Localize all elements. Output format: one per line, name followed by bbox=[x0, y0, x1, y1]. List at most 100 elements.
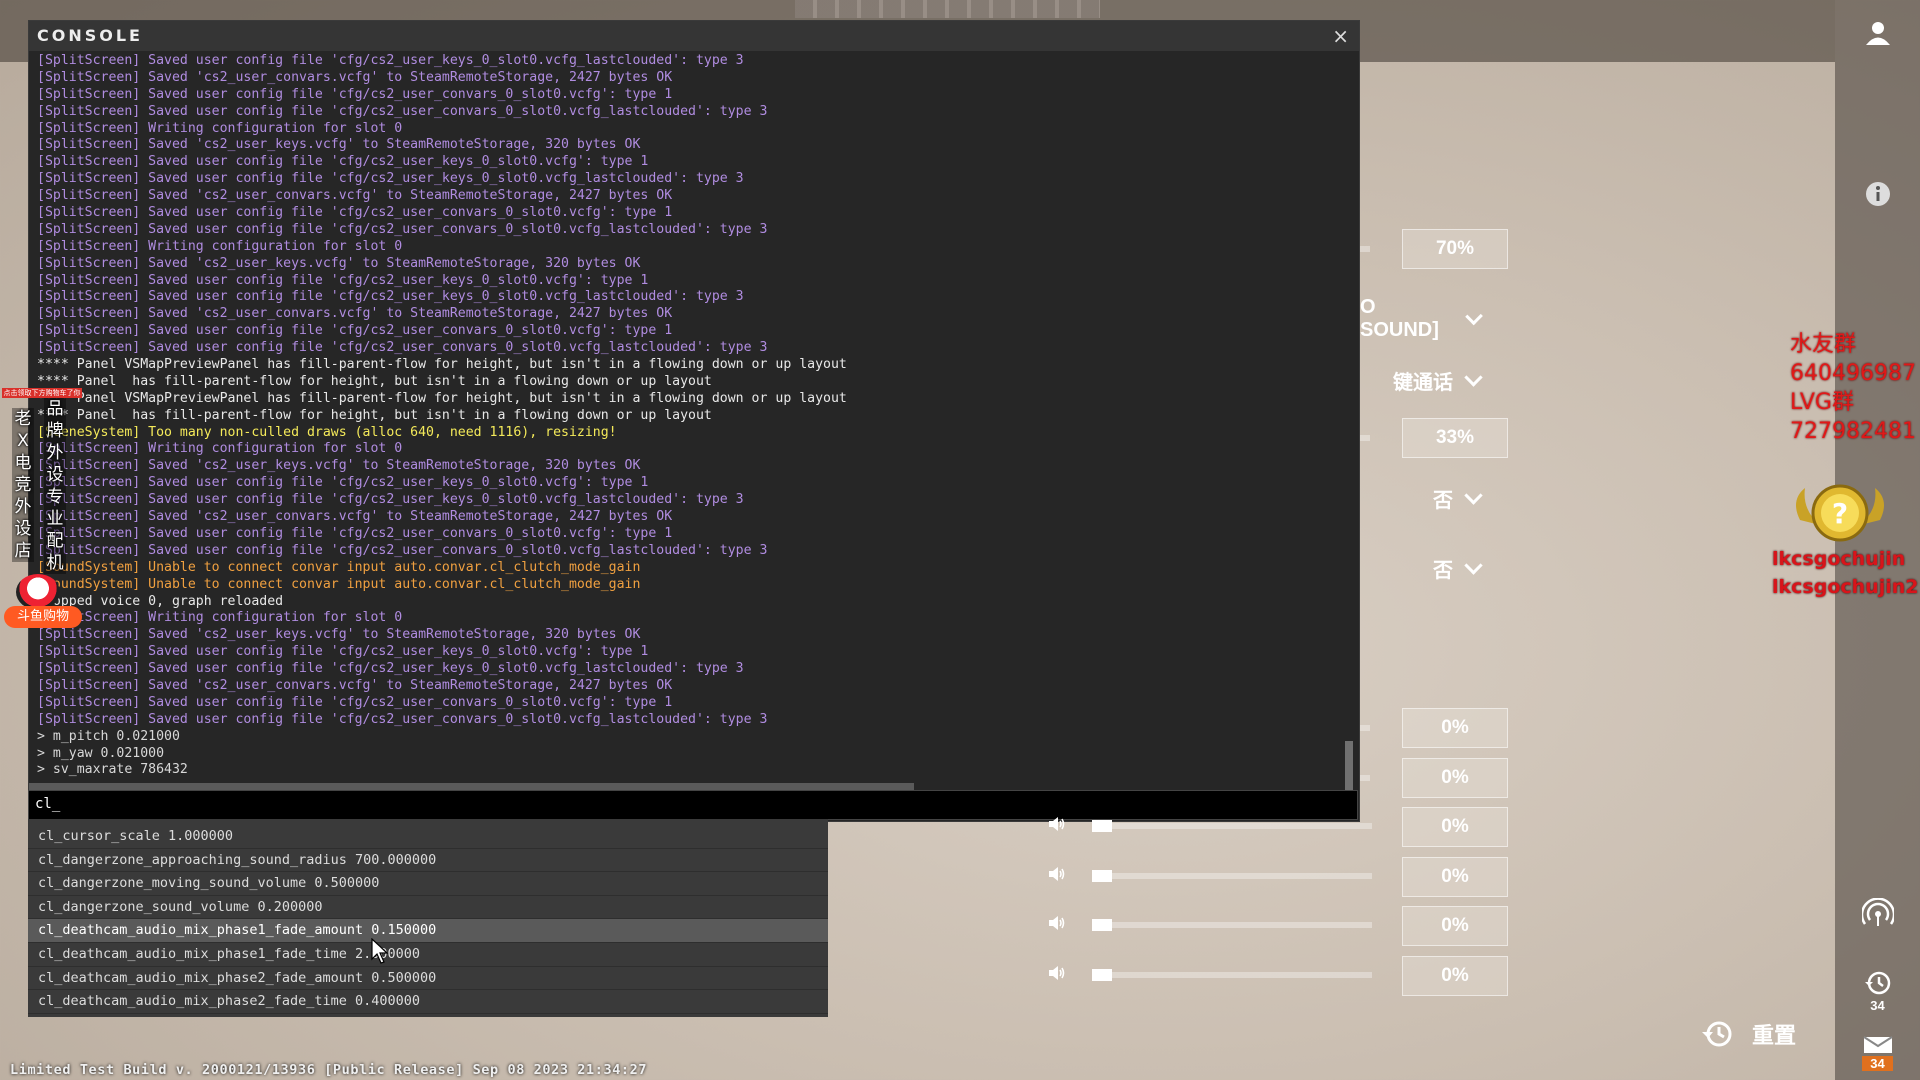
user-icon[interactable] bbox=[1835, 20, 1920, 46]
setting-value-box[interactable]: 0% bbox=[1402, 906, 1508, 946]
console-log-line: [SplitScreen] Saved user config file 'cf… bbox=[37, 340, 768, 356]
chevron-down-icon bbox=[1464, 307, 1483, 325]
console-window: CONSOLE × [SplitScreen] Saved user confi… bbox=[28, 20, 1360, 822]
history-count: 34 bbox=[1870, 998, 1885, 1013]
setting-value-box[interactable]: 33% bbox=[1402, 418, 1508, 458]
dropdown-value: 否 bbox=[1433, 490, 1453, 512]
console-log-line: [SplitScreen] Writing configuration for … bbox=[37, 610, 403, 626]
console-titlebar[interactable]: CONSOLE × bbox=[29, 21, 1359, 51]
console-log-line: [SplitScreen] Saved user config file 'cf… bbox=[37, 289, 744, 305]
volume-slider[interactable] bbox=[1092, 969, 1372, 981]
setting-value-box[interactable]: 0% bbox=[1402, 807, 1508, 847]
console-vertical-scrollbar[interactable] bbox=[1345, 741, 1353, 796]
setting-value-box[interactable]: 0% bbox=[1402, 857, 1508, 897]
autocomplete-item[interactable]: cl_deathcam_audio_mix_phase2_fade_time 0… bbox=[28, 990, 828, 1014]
console-log-line: [SplitScreen] Saved user config file 'cf… bbox=[37, 272, 649, 288]
info-icon[interactable] bbox=[1835, 180, 1920, 208]
svg-text:?: ? bbox=[1832, 497, 1848, 530]
slider-knob[interactable] bbox=[1092, 969, 1112, 981]
setting-value-box[interactable]: 0% bbox=[1402, 708, 1508, 748]
volume-slider[interactable] bbox=[1092, 870, 1372, 882]
console-log-line: > m_pitch 0.021000 bbox=[37, 728, 180, 744]
chevron-down-icon bbox=[1464, 368, 1483, 387]
panda-mascot-icon bbox=[16, 574, 60, 610]
mouse-cursor-icon bbox=[371, 938, 389, 964]
speaker-icon[interactable] bbox=[1048, 816, 1066, 832]
console-log-line: [SplitScreen] Saved user config file 'cf… bbox=[37, 53, 744, 68]
setting-dropdown[interactable]: 键通话 bbox=[1360, 366, 1483, 395]
fan-group-overlay: 水友群 640496987 LVG群 727982481 bbox=[1790, 330, 1920, 446]
console-input[interactable]: cl_ bbox=[28, 790, 1358, 820]
slider-knob[interactable] bbox=[1092, 870, 1112, 882]
stream-shop-overlay: 点击领取下方购物车了你 老X电竞外设店 品牌外设专业配机 斗鱼购物 bbox=[0, 388, 84, 628]
autocomplete-item[interactable]: cl_dangerzone_sound_volume 0.200000 bbox=[28, 896, 828, 920]
setting-dropdown[interactable]: 否 bbox=[1360, 554, 1483, 583]
history-icon[interactable]: 34 bbox=[1835, 970, 1920, 1013]
console-input-value: cl_ bbox=[35, 796, 61, 812]
autocomplete-item[interactable]: cl_deathcam_audio_mix_phase2_fade_amount… bbox=[28, 967, 828, 991]
console-log-line: [SoundSystem] Unable to connect convar i… bbox=[37, 576, 641, 592]
fan-group-line: 640496987 bbox=[1790, 361, 1916, 386]
console-log-line: [SplitScreen] Writing configuration for … bbox=[37, 441, 403, 457]
console-log-line: [SplitScreen] Writing configuration for … bbox=[37, 120, 403, 136]
setting-value-box[interactable]: 70% bbox=[1402, 229, 1508, 269]
shop-name-vertical: 老X电竞外设店 bbox=[12, 408, 34, 562]
console-log-line: [SoundSystem] Unable to connect convar i… bbox=[37, 559, 641, 575]
top-tabs-decoration bbox=[795, 0, 1100, 18]
streamer-name-2: lkcsgochujin2 bbox=[1772, 576, 1919, 598]
chevron-down-icon bbox=[1464, 556, 1483, 575]
console-log-line: [SplitScreen] Saved 'cs2_user_keys.vcfg'… bbox=[37, 458, 641, 474]
console-log-line: [SplitScreen] Saved user config file 'cf… bbox=[37, 323, 673, 339]
broadcast-icon[interactable] bbox=[1835, 898, 1920, 928]
console-log-line: > m_yaw 0.021000 bbox=[37, 745, 165, 761]
shop-tagline-vertical: 品牌外设专业配机 bbox=[44, 398, 66, 574]
console-log-line: [SplitScreen] Saved user config file 'cf… bbox=[37, 644, 649, 660]
console-log-line: [SplitScreen] Saved user config file 'cf… bbox=[37, 475, 649, 491]
console-log-line: [SplitScreen] Saved user config file 'cf… bbox=[37, 542, 768, 558]
console-log-line: > sv_maxrate 786432 bbox=[37, 762, 188, 778]
fan-group-line: LVG群 bbox=[1790, 390, 1854, 415]
medal-icon: ? bbox=[1796, 484, 1884, 542]
slider-knob[interactable] bbox=[1092, 919, 1112, 931]
console-log-line: [SplitScreen] Saved user config file 'cf… bbox=[37, 154, 649, 170]
console-log-line: [SplitScreen] Saved 'cs2_user_keys.vcfg'… bbox=[37, 627, 641, 643]
volume-slider[interactable] bbox=[1092, 820, 1372, 832]
setting-divider bbox=[1360, 725, 1370, 731]
speaker-icon[interactable] bbox=[1048, 915, 1066, 931]
slider-knob[interactable] bbox=[1092, 820, 1112, 832]
console-log-line: **** Panel VSMapPreviewPanel has fill-pa… bbox=[37, 390, 847, 406]
setting-dropdown[interactable]: 否 bbox=[1360, 484, 1483, 513]
setting-divider bbox=[1360, 435, 1370, 441]
console-log-line: [SplitScreen] Saved user config file 'cf… bbox=[37, 221, 768, 237]
console-log-line: **** Panel has fill-parent-flow for heig… bbox=[37, 407, 712, 423]
speaker-icon[interactable] bbox=[1048, 965, 1066, 981]
console-title: CONSOLE bbox=[37, 26, 143, 45]
build-version-text: Limited Test Build v. 2000121/13936 [Pub… bbox=[10, 1062, 648, 1078]
autocomplete-item[interactable]: cl_cursor_scale 1.000000 bbox=[28, 825, 828, 849]
dropdown-value: 键通话 bbox=[1393, 372, 1453, 394]
speaker-icon[interactable] bbox=[1048, 866, 1066, 882]
console-log-line: [SceneSystem] Too many non-culled draws … bbox=[37, 424, 617, 440]
mail-icon[interactable]: 34 bbox=[1835, 1036, 1920, 1071]
console-log-line: [SplitScreen] Saved user config file 'cf… bbox=[37, 171, 744, 187]
autocomplete-list: cl_cursor_scale 1.000000 cl_dangerzone_ap… bbox=[28, 825, 828, 1017]
console-log-line: [SplitScreen] Saved 'cs2_user_convars.vc… bbox=[37, 306, 673, 322]
setting-value-box[interactable]: 0% bbox=[1402, 956, 1508, 996]
autocomplete-item[interactable]: cl_deathcam_audio_mix_phase1_fade_amount… bbox=[28, 919, 828, 943]
fan-group-line: 727982481 bbox=[1790, 419, 1916, 444]
setting-dropdown[interactable]: O SOUND] bbox=[1360, 296, 1483, 342]
console-log-line: [SplitScreen] Saved user config file 'cf… bbox=[37, 694, 673, 710]
console-log-line: [SplitScreen] Saved user config file 'cf… bbox=[37, 492, 744, 508]
close-icon[interactable]: × bbox=[1332, 24, 1349, 48]
reset-button[interactable]: 重置 bbox=[1700, 1018, 1796, 1050]
shop-button[interactable]: 斗鱼购物 bbox=[4, 606, 82, 628]
setting-value-box[interactable]: 0% bbox=[1402, 758, 1508, 798]
volume-slider[interactable] bbox=[1092, 919, 1372, 931]
autocomplete-item[interactable]: cl_deathcam_audio_mix_phase1_fade_time 2… bbox=[28, 943, 828, 967]
setting-divider bbox=[1360, 246, 1370, 252]
autocomplete-item[interactable]: cl_dangerzone_moving_sound_volume 0.5000… bbox=[28, 872, 828, 896]
autocomplete-item[interactable]: cl_dangerzone_approaching_sound_radius 7… bbox=[28, 849, 828, 873]
console-log-line: [SplitScreen] Saved user config file 'cf… bbox=[37, 86, 673, 102]
console-log-line: [SplitScreen] Saved user config file 'cf… bbox=[37, 525, 673, 541]
console-log-line: [SplitScreen] Saved user config file 'cf… bbox=[37, 711, 768, 727]
